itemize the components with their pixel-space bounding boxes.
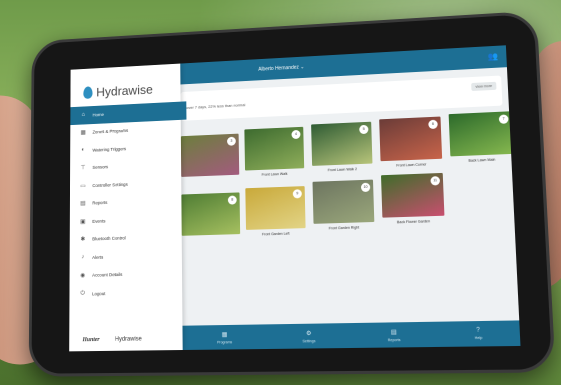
zone-card[interactable]: 9 Front Garden Left [245, 186, 305, 237]
water-drop-icon [83, 86, 92, 99]
sidebar-item-label: Watering Triggers [92, 146, 126, 152]
zone-number-badge: 8 [228, 195, 237, 204]
sidebar: Hydrawise ⌂ Home ▦ Zones & Programs ◐ Waterin… [69, 64, 182, 352]
zone-card[interactable]: 11 Back Flower Garden [381, 173, 445, 225]
tab-label: Help [474, 336, 482, 340]
bell-icon: ♪ [79, 254, 87, 260]
sensor-icon: ⊤ [79, 165, 86, 172]
sidebar-item-label: Zones & Programs [92, 128, 128, 134]
sidebar-item-label: Account Details [92, 272, 122, 278]
zone-photo: 7 [449, 111, 514, 156]
sidebar-item-label: Reports [92, 200, 107, 205]
tablet-device: Alberto Hernandez ⌄ 👥 over 7 days, 22% l… [29, 11, 556, 377]
zone-number-badge: 9 [293, 189, 302, 198]
toggle-icon: ◐ [79, 147, 86, 153]
zone-number-badge: 11 [430, 176, 440, 185]
zone-name: Front Lawn Walk [245, 171, 304, 177]
brand-footer: Hunter Hydrawise [82, 336, 141, 343]
zone-photo: 6 [379, 117, 442, 162]
zone-photo: 3 [181, 134, 239, 177]
tab-label: Reports [388, 337, 401, 341]
tablet-screen: Alberto Hernandez ⌄ 👥 over 7 days, 22% l… [69, 45, 520, 351]
zone-name: Front Garden Right [314, 225, 375, 231]
chevron-down-icon: ⌄ [299, 64, 305, 70]
zone-number-badge: 6 [428, 120, 438, 129]
tab-label: Programs [217, 340, 232, 344]
zone-name: Back Lawn Main [450, 157, 513, 164]
zone-photo: 11 [381, 173, 444, 218]
zone-name: Front Garden Left [246, 231, 306, 237]
hydrawise-logo: Hydrawise [70, 64, 180, 108]
zone-number-badge: 10 [361, 183, 370, 192]
banner-button[interactable]: view more [471, 82, 496, 91]
user-icon: ◉ [79, 272, 87, 279]
tab-reports[interactable]: ▤ Reports [387, 328, 400, 342]
help-icon: ? [476, 327, 480, 333]
zone-photo: 10 [312, 180, 374, 224]
grid-icon: ▦ [79, 129, 86, 136]
users-icon[interactable]: 👥 [487, 52, 498, 62]
sidebar-item-label: Bluetooth Control [92, 236, 126, 242]
sidebar-item-label: Alerts [92, 255, 103, 260]
zone-number-badge: 4 [291, 130, 300, 139]
zone-name: Front Lawn Corner [381, 162, 443, 168]
zone-name: Front Lawn Walk 2 [312, 167, 373, 173]
zone-name [181, 178, 239, 180]
sidebar-item-label: Sensors [92, 165, 108, 170]
zone-photo: 9 [245, 186, 305, 230]
zone-number-badge: 3 [227, 137, 236, 146]
zone-card[interactable]: 6 Front Lawn Corner [379, 117, 442, 169]
tab-help[interactable]: ? Help [474, 327, 482, 340]
bluetooth-icon: ✱ [79, 236, 87, 243]
tab-programs[interactable]: ▦ Programs [217, 331, 232, 344]
zone-photo: 8 [181, 192, 240, 235]
zone-name [182, 237, 240, 239]
sidebar-item-logout[interactable]: ⏻ Logout [69, 283, 182, 304]
tab-settings[interactable]: ⚙ Settings [302, 329, 315, 343]
zone-photo: 4 [244, 127, 304, 171]
zone-card[interactable]: 10 Front Garden Right [312, 180, 374, 231]
settings-icon: ⚙ [306, 329, 312, 336]
tab-label: Settings [303, 339, 316, 343]
zone-number-badge: 7 [499, 114, 509, 124]
zone-name: Back Flower Garden [382, 219, 444, 225]
zone-card[interactable]: 8 [181, 192, 240, 238]
banner-text: over 7 days, 22% less than normal [186, 102, 245, 110]
controller-icon: ▭ [79, 182, 86, 189]
hydrawise-footer-logo: Hydrawise [115, 336, 142, 342]
sidebar-item-label: Logout [92, 291, 105, 296]
zone-card[interactable]: 5 Front Lawn Walk 2 [311, 122, 373, 173]
app-name: Hydrawise [96, 82, 153, 99]
reports-icon: ▤ [79, 200, 86, 207]
sidebar-item-label: Home [92, 112, 103, 117]
home-icon: ⌂ [80, 112, 87, 118]
bottom-bar: ▦ Programs ⚙ Settings ▤ Reports? Help [182, 320, 520, 350]
hunter-logo: Hunter [82, 337, 99, 343]
programs-icon: ▦ [222, 331, 228, 338]
zone-card[interactable]: 4 Front Lawn Walk [244, 127, 304, 178]
power-icon: ⏻ [79, 290, 87, 297]
sidebar-item-label: Controller Settings [92, 182, 127, 188]
zone-photo: 5 [311, 122, 372, 166]
sidebar-item-label: Events [92, 218, 105, 223]
user-name-dropdown[interactable]: Alberto Hernandez [258, 65, 299, 73]
zone-number-badge: 5 [359, 125, 368, 134]
zone-grid: 3 4 Front Lawn Walk 5 Front Lawn Walk 2 6 Fron… [181, 122, 505, 137]
reports-icon: ▤ [391, 328, 397, 335]
nav-list: ⌂ Home ▦ Zones & Programs ◐ Watering Triggers… [69, 102, 182, 304]
zone-card[interactable]: 7 Back Lawn Main [449, 111, 514, 163]
calendar-icon: ▣ [79, 218, 86, 225]
zone-card[interactable]: 3 [181, 134, 239, 180]
